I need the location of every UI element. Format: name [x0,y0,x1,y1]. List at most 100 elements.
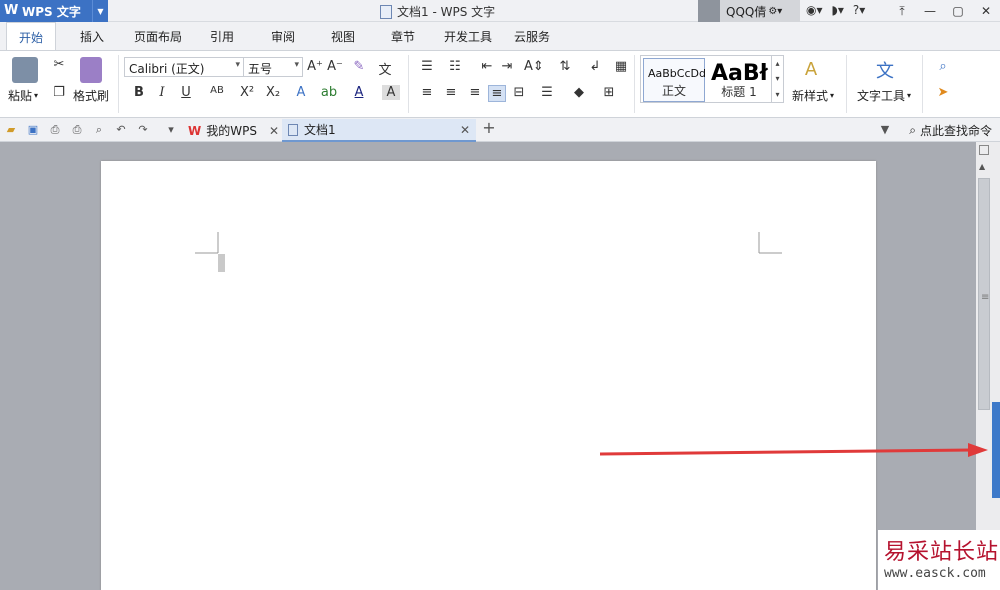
customize-chevron-icon[interactable]: ▾ [164,123,178,137]
document-canvas [0,142,976,590]
pin-icon[interactable]: ▼ [878,123,892,137]
underline-icon[interactable]: U [177,85,195,100]
table-icon[interactable]: ▦ [612,59,630,74]
border-icon[interactable]: ⊞ [600,85,618,100]
search-icon: ⌕ [909,123,916,137]
close-icon[interactable]: ✕ [269,124,279,138]
print-preview-icon[interactable]: ⌕ [92,123,106,137]
ribbon: 粘贴▾ ✂ ❐ 格式刷 Calibri (正文) 五号 A⁺ A⁻ ✎ 文 B … [0,50,1000,118]
distribute-icon[interactable]: ⊟ [510,85,528,100]
tab-page-layout[interactable]: 页面布局 [134,28,182,45]
superscript-icon[interactable]: X² [238,85,256,100]
side-panel-toggle[interactable] [992,142,1000,590]
paste-button[interactable]: 粘贴 ▾ [8,87,38,104]
align-left-icon[interactable]: ≡ [418,85,436,100]
tab-view[interactable]: 视图 [331,28,355,45]
line-spacing-icon[interactable]: ☰ [538,85,556,100]
doc-tab-mywps[interactable]: W 我的WPS ✕ [182,119,285,142]
align-center-icon[interactable]: ≡ [442,85,460,100]
text-tools-icon[interactable]: 文 [876,57,894,83]
restore-icon[interactable]: ⤒ [888,0,916,22]
undo-icon[interactable]: ↶ [114,123,128,137]
export-pdf-icon[interactable]: ⎙ [48,123,62,137]
highlight-icon[interactable]: ab [320,85,338,100]
chevron-down-icon[interactable]: ▼ [92,0,108,22]
shrink-font-icon[interactable]: A⁻ [326,59,344,74]
clear-format-icon[interactable]: ✎ [350,59,368,74]
shading-icon[interactable]: ◆ [570,85,588,100]
style-normal[interactable]: AaBbCcDd 正文 [643,58,706,102]
style-normal-preview: AaBbCcDd [648,67,706,80]
scroll-up-icon[interactable]: ▲ [979,162,985,171]
grip-icon: ≡ [981,292,990,303]
skin-icon[interactable]: ◉▾ [806,3,823,17]
print-icon[interactable]: ⎙ [70,123,84,137]
style-scroll[interactable]: ▴ ▾ ▾ [771,56,783,102]
tab-developer[interactable]: 开发工具 [444,28,492,45]
bold-icon[interactable]: B [130,85,148,100]
user-account[interactable]: QQQ倩 ⚙▾ [698,0,800,22]
tab-references[interactable]: 引用 [210,28,234,45]
tab-section[interactable]: 章节 [391,28,415,45]
subscript-icon[interactable]: X₂ [264,85,282,100]
font-size-select[interactable]: 五号 [243,57,303,77]
paste-icon[interactable] [12,57,38,83]
find-icon[interactable]: ⌕ [934,59,952,74]
tab-review[interactable]: 审阅 [271,28,295,45]
help-icon[interactable]: ?▾ [853,3,865,17]
format-painter-icon[interactable] [80,57,102,83]
sort-icon[interactable]: ⇅ [556,59,574,74]
justify-icon[interactable]: ≡ [488,85,506,102]
strikethrough-icon[interactable]: AB [206,85,228,96]
document-page[interactable] [101,161,876,590]
select-icon[interactable]: ➤ [934,85,952,100]
increase-indent-icon[interactable]: ⇥ [498,59,516,74]
menu-tabs: 开始 插入 页面布局 引用 审阅 视图 章节 开发工具 云服务 [0,22,1000,50]
window-title: 文档1 - WPS 文字 [380,3,495,20]
new-tab-icon[interactable]: + [482,120,496,136]
text-effect-icon[interactable]: A [292,85,310,100]
command-search[interactable]: ⌕ 点此查找命令 [909,122,992,139]
divider [634,55,635,113]
align-right-icon[interactable]: ≡ [466,85,484,100]
font-name-select[interactable]: Calibri (正文) [124,57,244,77]
cut-icon[interactable]: ✂ [50,57,68,72]
text-tools-button[interactable]: 文字工具 ▾ [857,87,911,104]
split-view-icon[interactable] [979,145,989,155]
save-icon[interactable]: ▣ [26,123,40,137]
close-icon[interactable]: ✕ [460,123,470,137]
new-style-button[interactable]: 新样式 ▾ [792,87,834,104]
tab-insert[interactable]: 插入 [80,28,104,45]
app-menu-button[interactable]: W WPS 文字 ▼ [0,0,108,22]
bullet-list-icon[interactable]: ☰ [418,59,436,74]
side-panel-tab[interactable] [992,402,1000,498]
new-style-icon[interactable]: A [802,59,820,80]
style-gallery: AaBbCcDd 正文 AaBł 标题 1 ▴ ▾ ▾ [640,55,784,103]
user-menu-icon[interactable]: ⚙▾ [768,6,782,17]
minimize-icon[interactable]: — [916,0,944,22]
feedback-icon[interactable]: ◗▾ [832,3,844,17]
grow-font-icon[interactable]: A⁺ [306,59,324,74]
style-heading1-label: 标题 1 [721,85,757,99]
format-painter-button[interactable]: 格式刷 [73,87,109,104]
doc-tab-document1[interactable]: 文档1 ✕ [282,119,476,142]
copy-icon[interactable]: ❐ [50,85,68,100]
vertical-scrollbar[interactable]: ▲ ≡ [976,142,992,590]
show-marks-icon[interactable]: ↲ [586,59,604,74]
close-icon[interactable]: ✕ [972,0,1000,22]
maximize-icon[interactable]: ▢ [944,0,972,22]
text-direction-icon[interactable]: A⇕ [524,59,544,74]
site-watermark: 易采站长站 www.easck.com [878,530,1000,590]
italic-icon[interactable]: I [153,85,171,100]
char-shading-icon[interactable]: A [382,85,400,100]
decrease-indent-icon[interactable]: ⇤ [478,59,496,74]
tab-home[interactable]: 开始 [6,22,57,50]
font-color-icon[interactable]: A [350,85,368,100]
title-bar: W WPS 文字 ▼ 文档1 - WPS 文字 QQQ倩 ⚙▾ ◉▾ ◗▾ ?▾… [0,0,1000,22]
open-icon[interactable]: ▰ [4,123,18,137]
style-heading1[interactable]: AaBł 标题 1 [707,58,771,102]
numbered-list-icon[interactable]: ☷ [446,59,464,74]
tab-cloud[interactable]: 云服务 [514,28,550,45]
pinyin-icon[interactable]: 文 [376,59,394,78]
redo-icon[interactable]: ↷ [136,123,150,137]
